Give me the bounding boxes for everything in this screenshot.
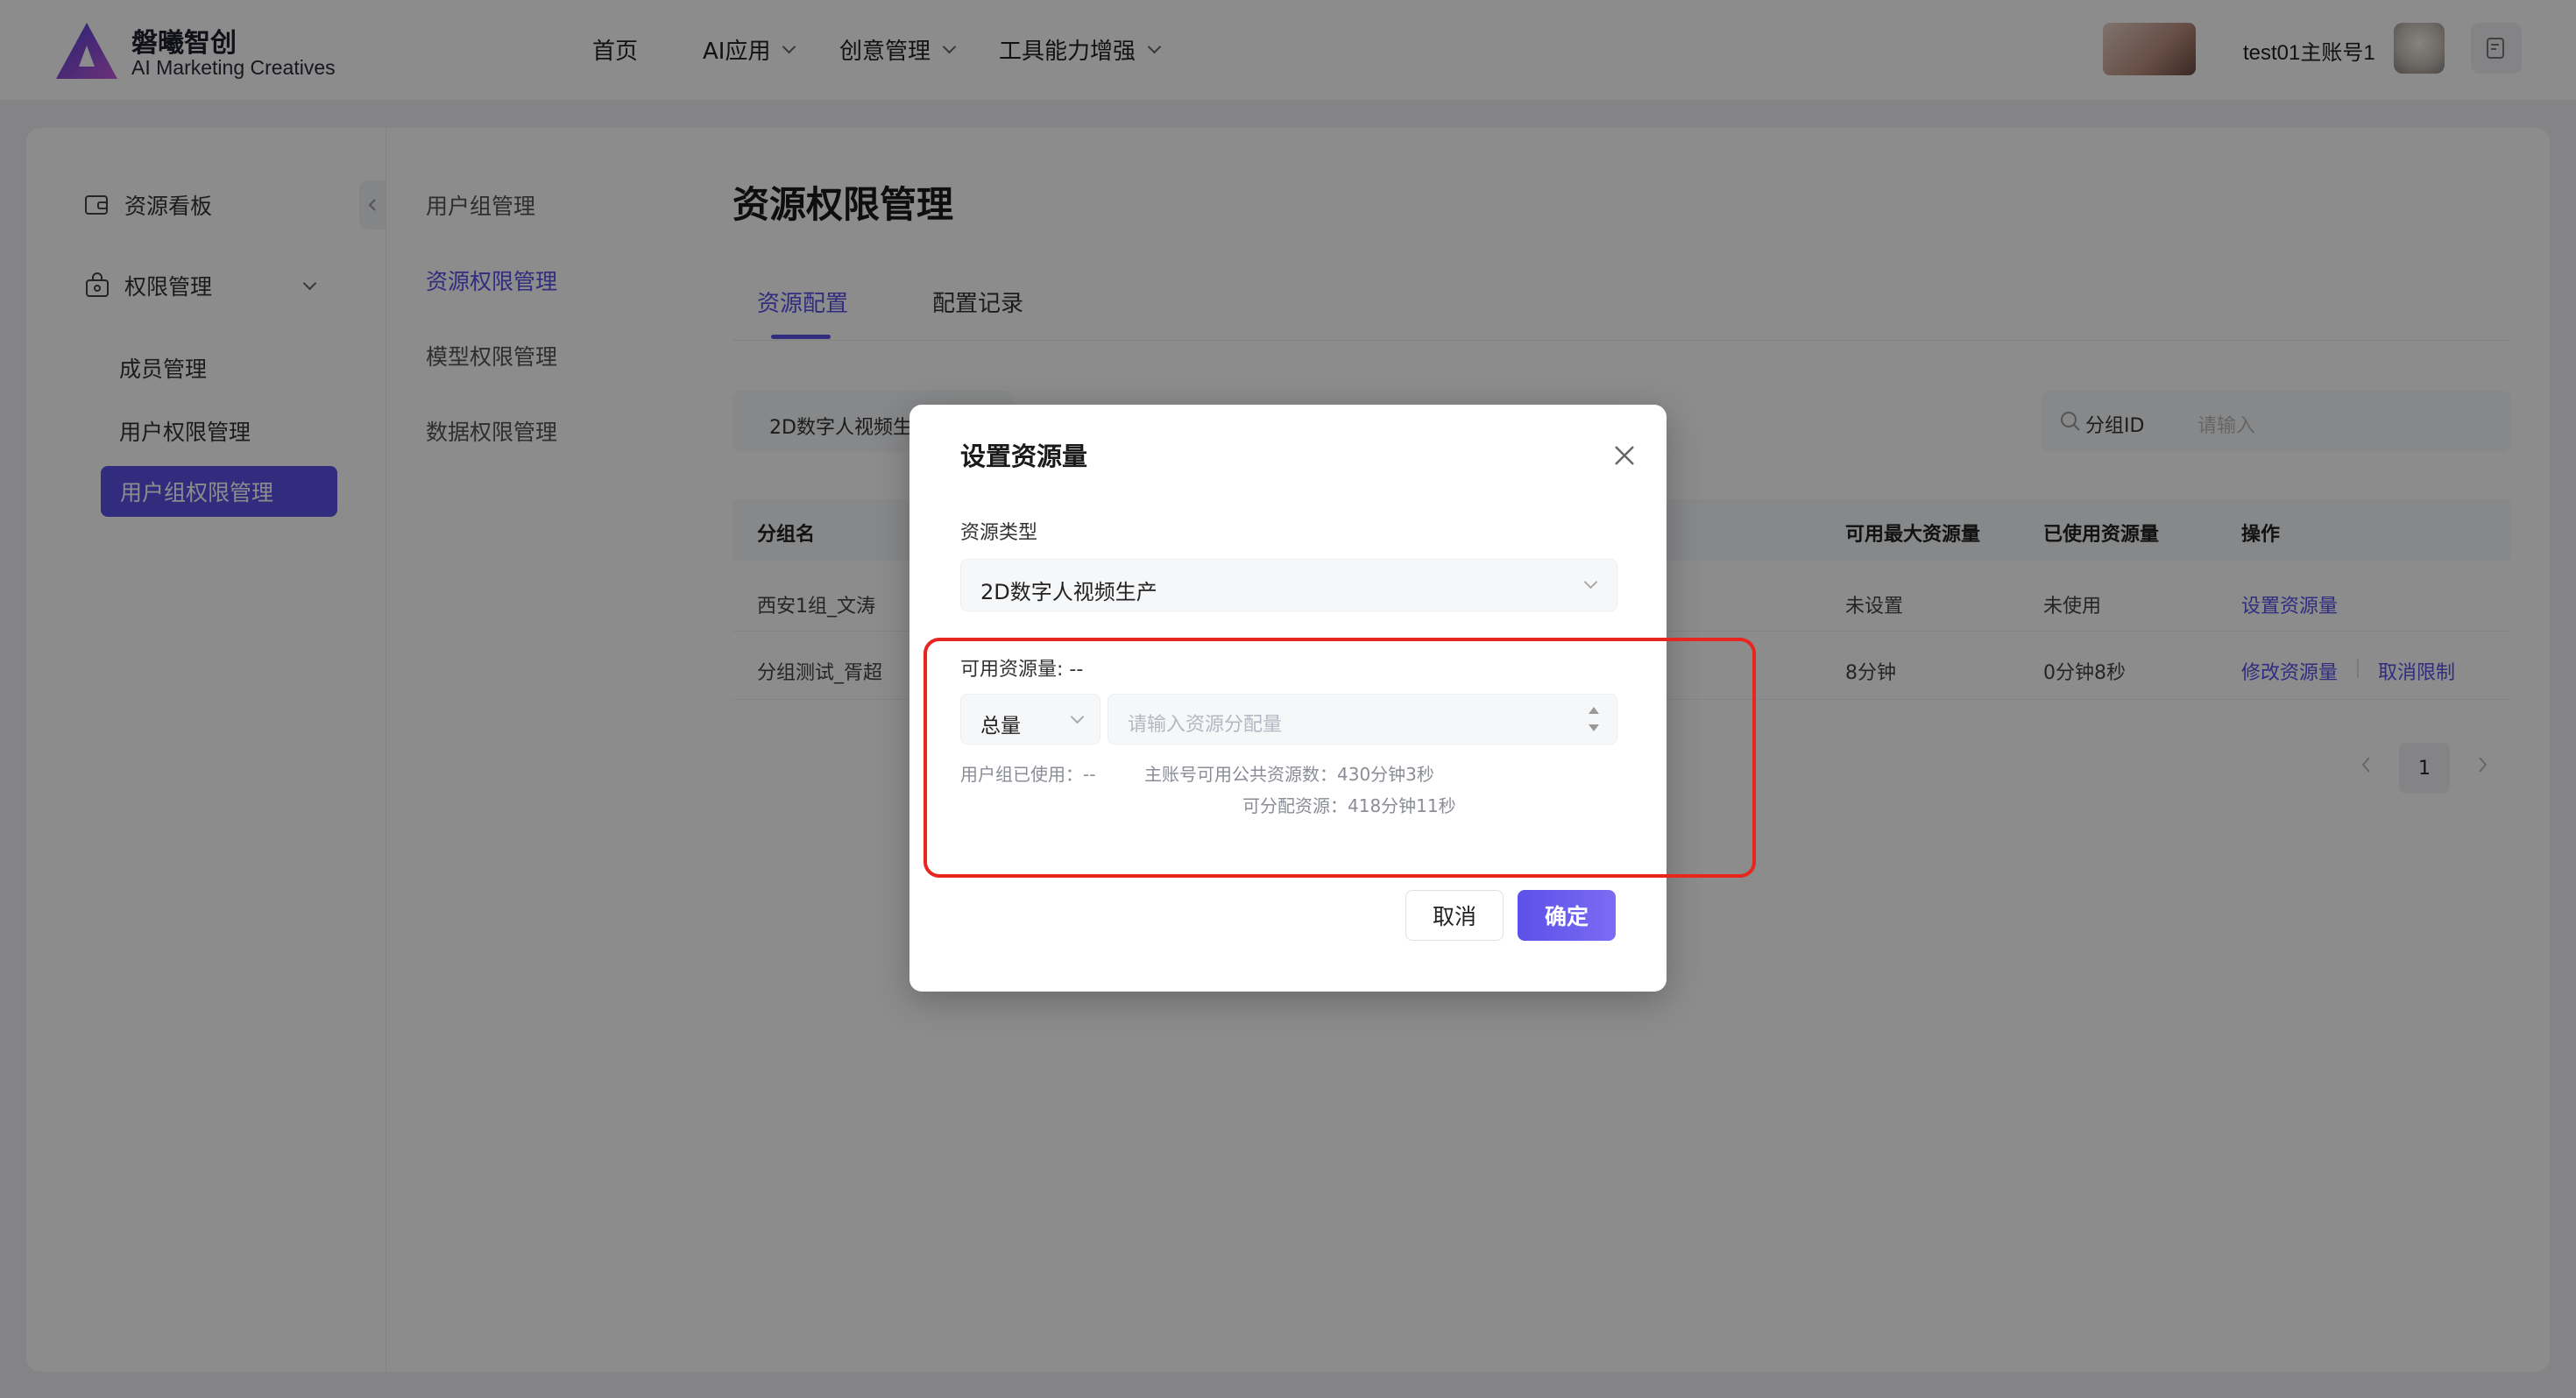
chevron-down-icon [1583,575,1598,590]
close-icon[interactable] [1610,441,1638,470]
resource-type-label: 资源类型 [960,522,1038,544]
cancel-button[interactable]: 取消 [1405,890,1504,941]
dialog-title: 设置资源量 [960,441,1088,471]
confirm-button[interactable]: 确定 [1518,890,1616,941]
resource-type-select[interactable]: 2D数字人视频生产 [960,559,1617,611]
highlight-box [924,638,1756,878]
